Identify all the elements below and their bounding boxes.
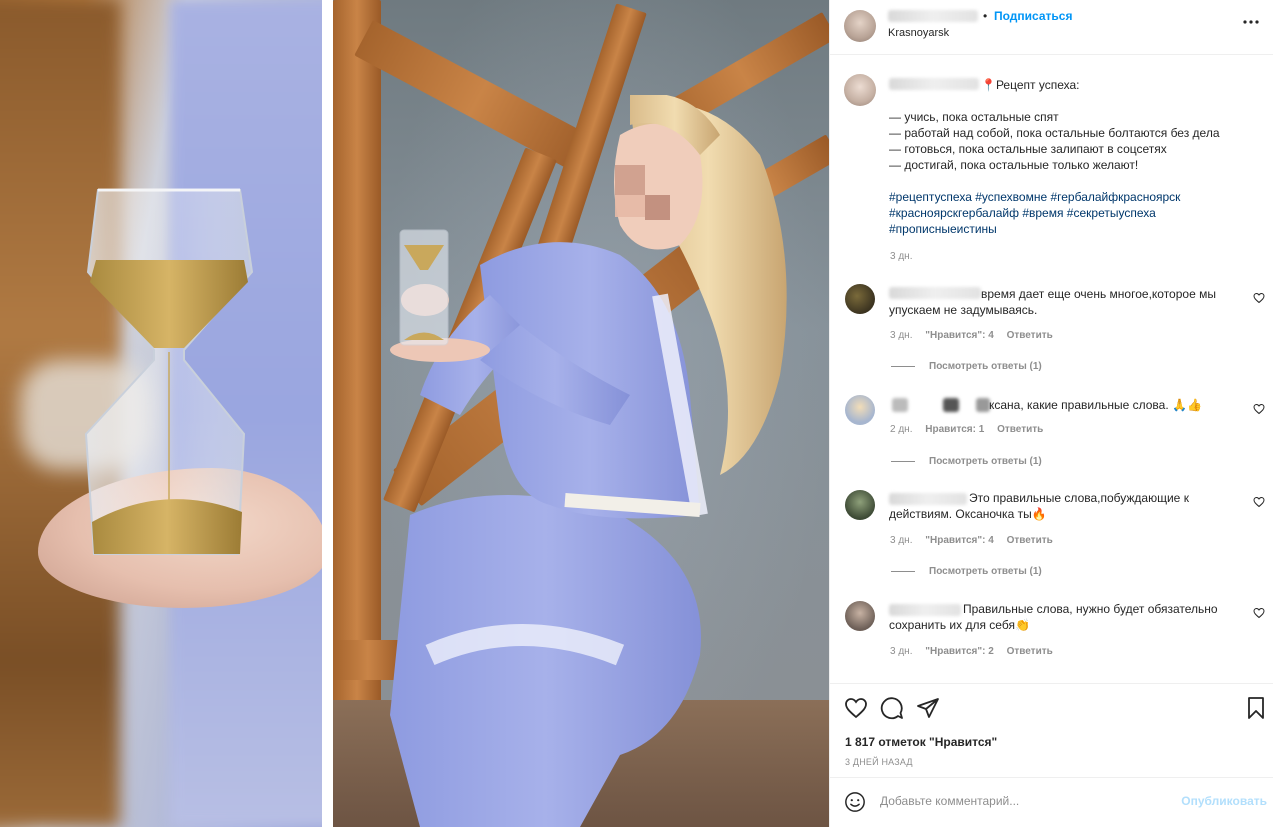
view-replies-button[interactable]: Посмотреть ответы (1) bbox=[891, 566, 1042, 577]
reply-button[interactable]: Ответить bbox=[1007, 330, 1053, 341]
comment-avatar[interactable] bbox=[845, 490, 875, 520]
view-replies-label: Посмотреть ответы (1) bbox=[929, 361, 1042, 372]
post-sidebar: • Подписаться Krasnoyarsk 📍Рецепт успеха… bbox=[829, 0, 1273, 827]
hashtag-line[interactable]: #красноярскгербалайф #время #секретыуспе… bbox=[889, 205, 1259, 221]
comment-text: Это правильные слова,побуждающие к дейст… bbox=[889, 491, 1189, 521]
comment-like-heart-icon[interactable] bbox=[1253, 403, 1265, 415]
comment-like-heart-icon[interactable] bbox=[1253, 292, 1265, 304]
post-photo[interactable] bbox=[0, 0, 829, 827]
post-header: • Подписаться Krasnoyarsk bbox=[830, 0, 1273, 55]
pin-emoji: 📍 bbox=[981, 78, 996, 92]
author-avatar[interactable] bbox=[844, 10, 876, 42]
comment-text: ксана, какие правильные слова. 🙏👍 bbox=[989, 398, 1202, 412]
view-replies-button[interactable]: Посмотреть ответы (1) bbox=[891, 361, 1042, 372]
add-comment-input[interactable] bbox=[880, 790, 1170, 812]
caption-line: — работай над собой, пока остальные болт… bbox=[889, 126, 1220, 140]
comment-like-heart-icon[interactable] bbox=[1253, 496, 1265, 508]
caption-meta: 3 дн. bbox=[890, 251, 922, 262]
caption-line: — учись, пока остальные спят bbox=[889, 110, 1059, 124]
comment-likes[interactable]: Нравится: 1 bbox=[925, 424, 984, 435]
hourglass-image bbox=[84, 188, 254, 555]
reply-button[interactable]: Ответить bbox=[1007, 535, 1053, 546]
comment-likes[interactable]: "Нравится": 4 bbox=[925, 535, 994, 546]
caption-line: — достигай, пока остальные только желают… bbox=[889, 158, 1139, 172]
hashtag-line[interactable]: #рецептуспеха #успехвомне #гербалайфкрас… bbox=[889, 189, 1259, 205]
comment-avatar[interactable] bbox=[845, 284, 875, 314]
follow-button[interactable]: Подписаться bbox=[994, 9, 1072, 23]
comment-icon[interactable] bbox=[880, 696, 904, 720]
heart-icon[interactable] bbox=[844, 696, 868, 720]
caption-line: — готовься, пока остальные залипают в со… bbox=[889, 142, 1167, 156]
comment-meta: 2 дн. Нравится: 1 Ответить bbox=[890, 424, 1053, 435]
comment-text: время дает еще очень многое,которое мы у… bbox=[889, 287, 1216, 317]
smiley-icon[interactable] bbox=[844, 791, 866, 813]
comment-time[interactable]: 3 дн. bbox=[890, 646, 912, 657]
posted-ago[interactable]: 3 ДНЕЙ НАЗАД bbox=[845, 757, 913, 767]
add-comment-row: Опубликовать bbox=[830, 777, 1273, 827]
reply-button[interactable]: Ответить bbox=[997, 424, 1043, 435]
view-replies-button[interactable]: Посмотреть ответы (1) bbox=[891, 456, 1042, 467]
comment-time[interactable]: 3 дн. bbox=[890, 330, 912, 341]
comment-meta: 3 дн. "Нравится": 2 Ответить bbox=[890, 646, 1063, 657]
view-replies-label: Посмотреть ответы (1) bbox=[929, 456, 1042, 467]
post-actions: 1 817 отметок "Нравится" 3 ДНЕЙ НАЗАД Оп… bbox=[830, 683, 1273, 827]
comment-text: Правильные слова, нужно будет обязательн… bbox=[889, 602, 1218, 632]
comment-meta: 3 дн. "Нравится": 4 Ответить bbox=[890, 535, 1063, 546]
reply-button[interactable]: Ответить bbox=[1007, 646, 1053, 657]
share-icon[interactable] bbox=[916, 696, 940, 720]
comment-time[interactable]: 3 дн. bbox=[890, 535, 912, 546]
caption-text: 📍Рецепт успеха: — учись, пока остальные … bbox=[889, 77, 1259, 237]
likes-count[interactable]: 1 817 отметок "Нравится" bbox=[845, 735, 997, 749]
follow-separator: • bbox=[983, 9, 988, 23]
comment-likes[interactable]: "Нравится": 2 bbox=[925, 646, 994, 657]
view-replies-label: Посмотреть ответы (1) bbox=[929, 566, 1042, 577]
comment-like-heart-icon[interactable] bbox=[1253, 607, 1265, 619]
woman-image bbox=[390, 95, 787, 827]
instagram-post-view: • Подписаться Krasnoyarsk 📍Рецепт успеха… bbox=[0, 0, 1273, 827]
hashtag-line[interactable]: #прописныеистины bbox=[889, 221, 1259, 237]
more-horizontal-icon[interactable] bbox=[1241, 12, 1261, 32]
comment-time[interactable]: 2 дн. bbox=[890, 424, 912, 435]
photo-collage-left bbox=[0, 0, 322, 827]
comments-list[interactable]: 📍Рецепт успеха: — учись, пока остальные … bbox=[830, 56, 1273, 682]
caption-title: Рецепт успеха: bbox=[995, 78, 1080, 92]
author-username[interactable] bbox=[888, 10, 978, 22]
caption-time[interactable]: 3 дн. bbox=[890, 251, 912, 262]
comment-avatar[interactable] bbox=[845, 395, 875, 425]
comment-likes[interactable]: "Нравится": 4 bbox=[925, 330, 994, 341]
publish-button[interactable]: Опубликовать bbox=[1181, 794, 1267, 808]
comment-avatar[interactable] bbox=[845, 601, 875, 631]
bookmark-icon[interactable] bbox=[1244, 696, 1268, 720]
comment-meta: 3 дн. "Нравится": 4 Ответить bbox=[890, 330, 1063, 341]
location-link[interactable]: Krasnoyarsk bbox=[888, 27, 949, 39]
caption-avatar[interactable] bbox=[844, 74, 876, 106]
